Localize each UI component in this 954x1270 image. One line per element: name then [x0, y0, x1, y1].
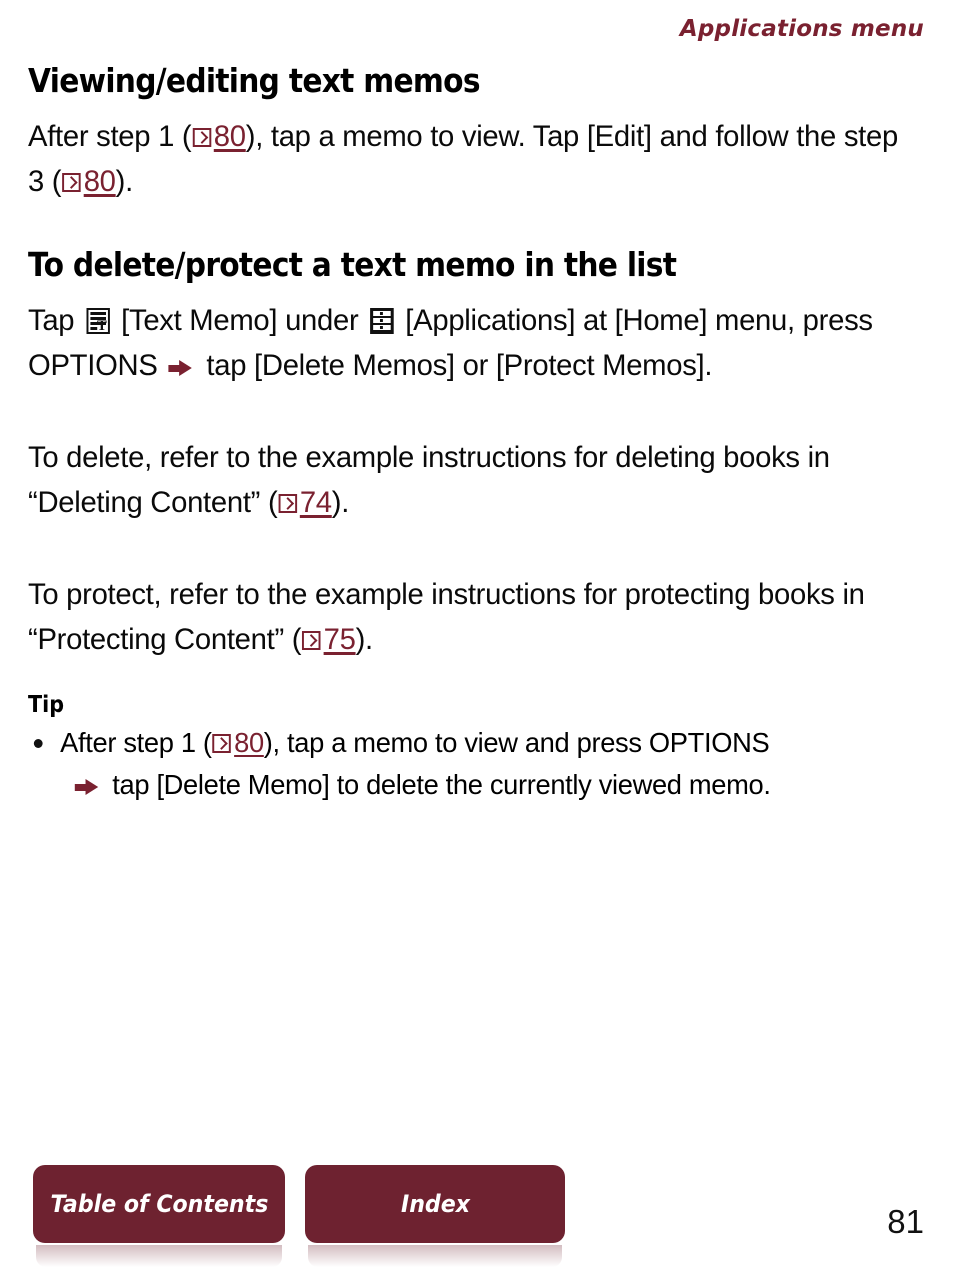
text-fragment: tap [Delete Memo] to delete the currentl…: [105, 769, 771, 800]
paragraph-delete-reference: To delete, refer to the example instruct…: [28, 435, 906, 525]
text-fragment: After step 1 (: [60, 727, 212, 758]
index-button[interactable]: Index: [305, 1165, 565, 1267]
running-header-title: Applications menu: [679, 16, 924, 42]
index-button-label: Index: [400, 1190, 470, 1218]
page-content: Viewing/editing text memos After step 1 …: [28, 62, 928, 806]
table-of-contents-button[interactable]: Table of Contents: [33, 1165, 285, 1267]
text-fragment: To protect, refer to the example instruc…: [28, 578, 865, 656]
paragraph-protect-reference: To protect, refer to the example instruc…: [28, 572, 906, 662]
paragraph-viewing-editing: After step 1 (80), tap a memo to view. T…: [28, 114, 906, 204]
page-number: 81: [887, 1203, 924, 1240]
page-reference-arrow-box-icon[interactable]: [192, 128, 211, 147]
table-of-contents-button-label: Table of Contents: [50, 1190, 268, 1218]
page-reference-link[interactable]: 74: [300, 486, 332, 519]
text-fragment: ).: [115, 165, 134, 198]
text-fragment: tap [Delete Memos] or [Protect Memos].: [198, 349, 713, 382]
text-fragment: ), tap a memo to view and press OPTIONS: [263, 727, 770, 758]
tip-list: After step 1 ( 80), tap a memo to view an…: [28, 722, 928, 806]
page-reference-link[interactable]: 80: [84, 165, 116, 198]
page-reference-link[interactable]: 75: [324, 623, 356, 656]
text-fragment: Tap: [28, 304, 83, 337]
text-memo-document-icon: T: [86, 308, 110, 334]
page-reference-link[interactable]: 80: [214, 120, 246, 153]
text-fragment: ).: [331, 486, 350, 519]
page-reference-arrow-box-icon[interactable]: [62, 173, 81, 192]
paragraph-delete-protect-steps: Tap T [Text Memo] under [Applications] a…: [28, 298, 906, 388]
text-fragment: ).: [355, 623, 374, 656]
list-item-continuation: tap [Delete Memo] to delete the currentl…: [60, 764, 905, 806]
page-title: Viewing/editing text memos: [28, 61, 481, 100]
list-item: After step 1 ( 80), tap a memo to view an…: [28, 722, 906, 806]
text-fragment: After step 1 (: [28, 120, 192, 153]
red-right-arrow-icon: [168, 360, 193, 376]
page-reference-link[interactable]: 80: [234, 727, 264, 758]
page-reference-arrow-box-icon[interactable]: [278, 494, 297, 513]
text-fragment: To delete, refer to the example instruct…: [28, 441, 830, 519]
text-fragment: [Text Memo] under: [113, 304, 367, 337]
footer-navigation: Table of Contents Index: [33, 1165, 565, 1267]
red-right-arrow-icon: [74, 779, 100, 795]
tip-heading: Tip: [28, 692, 65, 718]
subsection-title-delete-protect: To delete/protect a text memo in the lis…: [28, 245, 677, 284]
bullet-icon: [33, 739, 43, 748]
page-reference-arrow-box-icon[interactable]: [302, 631, 321, 650]
applications-list-icon: [370, 308, 394, 334]
page-reference-arrow-box-icon[interactable]: [212, 734, 232, 753]
